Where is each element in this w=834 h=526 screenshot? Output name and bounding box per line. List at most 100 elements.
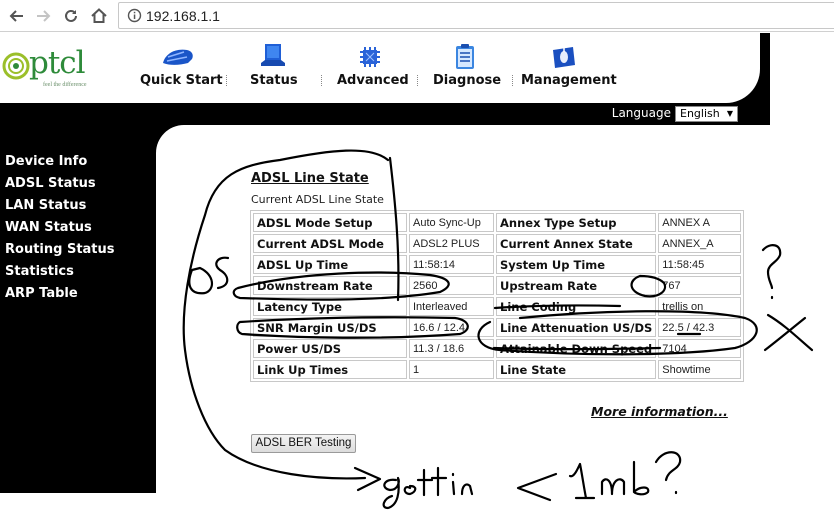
row-label: System Up Time xyxy=(496,255,657,274)
table-row: Power US/DS 11.3 / 18.6 Attainable Down Sp… xyxy=(253,339,742,358)
url-text[interactable]: 192.168.1.1 xyxy=(146,8,220,24)
more-information-link[interactable]: More information... xyxy=(591,404,728,419)
content-corner xyxy=(156,125,770,155)
nav-separator xyxy=(321,75,323,86)
management-icon xyxy=(521,39,607,71)
row-label: SNR Margin US/DS xyxy=(253,318,407,337)
nav-label: Diagnose xyxy=(433,73,502,88)
annotation-question-mark xyxy=(761,244,782,290)
table-row: SNR Margin US/DS 16.6 / 12.4 Line Attenuat… xyxy=(253,318,742,337)
annotation-one xyxy=(568,462,596,500)
annotation-question-bottom xyxy=(654,451,682,495)
sidebar-item-arp-table[interactable]: ARP Table xyxy=(5,285,115,307)
language-selected: English xyxy=(680,107,720,120)
nav-separator xyxy=(226,75,228,86)
address-bar[interactable]: 192.168.1.1 xyxy=(118,2,834,29)
row-value: 16.6 / 12.4 xyxy=(409,318,494,337)
annotation-ds xyxy=(188,256,230,295)
row-label: ADSL Up Time xyxy=(253,255,407,274)
nav-label: Status xyxy=(250,73,298,88)
adsl-ber-testing-button[interactable]: ADSL BER Testing xyxy=(251,434,356,453)
row-value: 11:58:45 xyxy=(658,255,742,274)
info-icon[interactable] xyxy=(127,8,142,23)
content-corner-fill xyxy=(156,125,770,155)
page-title: ADSL Line State xyxy=(251,171,369,186)
adsl-state-table: ADSL Mode Setup Auto Sync-Up Annex Type Se… xyxy=(250,210,745,382)
nav-separator xyxy=(417,75,419,86)
nav-label: Quick Start xyxy=(140,73,223,88)
language-select[interactable]: English ▼ xyxy=(675,106,738,122)
quick-start-icon xyxy=(140,39,216,71)
nav-label: Advanced xyxy=(337,73,409,88)
header-banner: ptcl feel the difference Quick Start Sta… xyxy=(0,33,760,103)
row-value: 7104 xyxy=(658,339,742,358)
logo-ring-icon xyxy=(2,52,30,80)
page: 192.168.1.1 ptcl feel the difference Qui… xyxy=(0,0,834,526)
nav-advanced[interactable]: Advanced xyxy=(337,39,409,88)
annotation-gettin-text xyxy=(382,466,474,510)
table-row: Latency Type Interleaved Line Coding trelli… xyxy=(253,297,742,316)
sidebar-item-adsl-status[interactable]: ADSL Status xyxy=(5,175,115,197)
reload-icon[interactable] xyxy=(59,4,83,28)
home-icon[interactable] xyxy=(87,4,111,28)
row-label: Line Attenuation US/DS xyxy=(496,318,657,337)
sidebar-item-routing-status[interactable]: Routing Status xyxy=(5,241,115,263)
chip-icon xyxy=(337,39,403,71)
row-value: 2560 xyxy=(409,276,494,295)
row-value: ANNEX A xyxy=(658,213,742,232)
dropdown-arrow-icon: ▼ xyxy=(726,109,733,118)
row-label: Line Coding xyxy=(496,297,657,316)
nav-diagnose[interactable]: Diagnose xyxy=(433,39,502,88)
nav-label: Management xyxy=(521,73,617,88)
row-value: 1 xyxy=(409,360,494,379)
row-label: Upstream Rate xyxy=(496,276,657,295)
browser-toolbar: 192.168.1.1 xyxy=(0,0,834,32)
row-label: Annex Type Setup xyxy=(496,213,657,232)
row-value: trellis on xyxy=(658,297,742,316)
language-label: Language xyxy=(611,106,671,120)
annotation-arrow-head xyxy=(353,466,382,492)
back-arrow-icon[interactable] xyxy=(5,4,29,28)
row-label: Power US/DS xyxy=(253,339,407,358)
table-row: Current ADSL Mode ADSL2 PLUS Current Annex… xyxy=(253,234,742,253)
router-header: ptcl feel the difference Quick Start Sta… xyxy=(0,33,770,125)
row-label: Link Up Times xyxy=(253,360,407,379)
nav-quick-start[interactable]: Quick Start xyxy=(140,39,223,88)
laptop-icon xyxy=(250,39,296,71)
row-value: 11.3 / 18.6 xyxy=(409,339,494,358)
nav-status[interactable]: Status xyxy=(250,39,298,88)
clipboard-icon xyxy=(433,39,497,71)
row-label: Line State xyxy=(496,360,657,379)
annotation-less-than xyxy=(516,472,558,502)
sidebar-item-wan-status[interactable]: WAN Status xyxy=(5,219,115,241)
row-value: 11:58:14 xyxy=(409,255,494,274)
annotation-x-mark xyxy=(763,313,814,352)
annotation-mb xyxy=(600,460,650,496)
forward-arrow-icon[interactable] xyxy=(31,4,55,28)
row-label: Current ADSL Mode xyxy=(253,234,407,253)
table-row: ADSL Mode Setup Auto Sync-Up Annex Type Se… xyxy=(253,213,742,232)
table-row: ADSL Up Time 11:58:14 System Up Time 11:58:… xyxy=(253,255,742,274)
nav-management[interactable]: Management xyxy=(521,39,617,88)
row-value: ADSL2 PLUS xyxy=(409,234,494,253)
row-value: ANNEX_A xyxy=(658,234,742,253)
row-label: Downstream Rate xyxy=(253,276,407,295)
sidebar: Device Info ADSL Status LAN Status WAN S… xyxy=(0,125,156,493)
row-value: Showtime xyxy=(658,360,742,379)
row-value: Auto Sync-Up xyxy=(409,213,494,232)
sidebar-item-lan-status[interactable]: LAN Status xyxy=(5,197,115,219)
page-subtitle: Current ADSL Line State xyxy=(251,193,384,206)
ptcl-logo: ptcl feel the difference xyxy=(2,45,92,89)
row-label: Latency Type xyxy=(253,297,407,316)
table-row: Downstream Rate 2560 Upstream Rate 767 xyxy=(253,276,742,295)
sidebar-menu: Device Info ADSL Status LAN Status WAN S… xyxy=(5,153,115,307)
row-label: Current Annex State xyxy=(496,234,657,253)
table-row: Link Up Times 1 Line State Showtime xyxy=(253,360,742,379)
row-value: 22.5 / 42.3 xyxy=(658,318,742,337)
sidebar-item-statistics[interactable]: Statistics xyxy=(5,263,115,285)
logo-tagline: feel the difference xyxy=(43,82,87,88)
row-value: 767 xyxy=(658,276,742,295)
sidebar-item-device-info[interactable]: Device Info xyxy=(5,153,115,175)
nav-separator xyxy=(512,75,514,86)
logo-wordmark: ptcl xyxy=(29,45,86,81)
